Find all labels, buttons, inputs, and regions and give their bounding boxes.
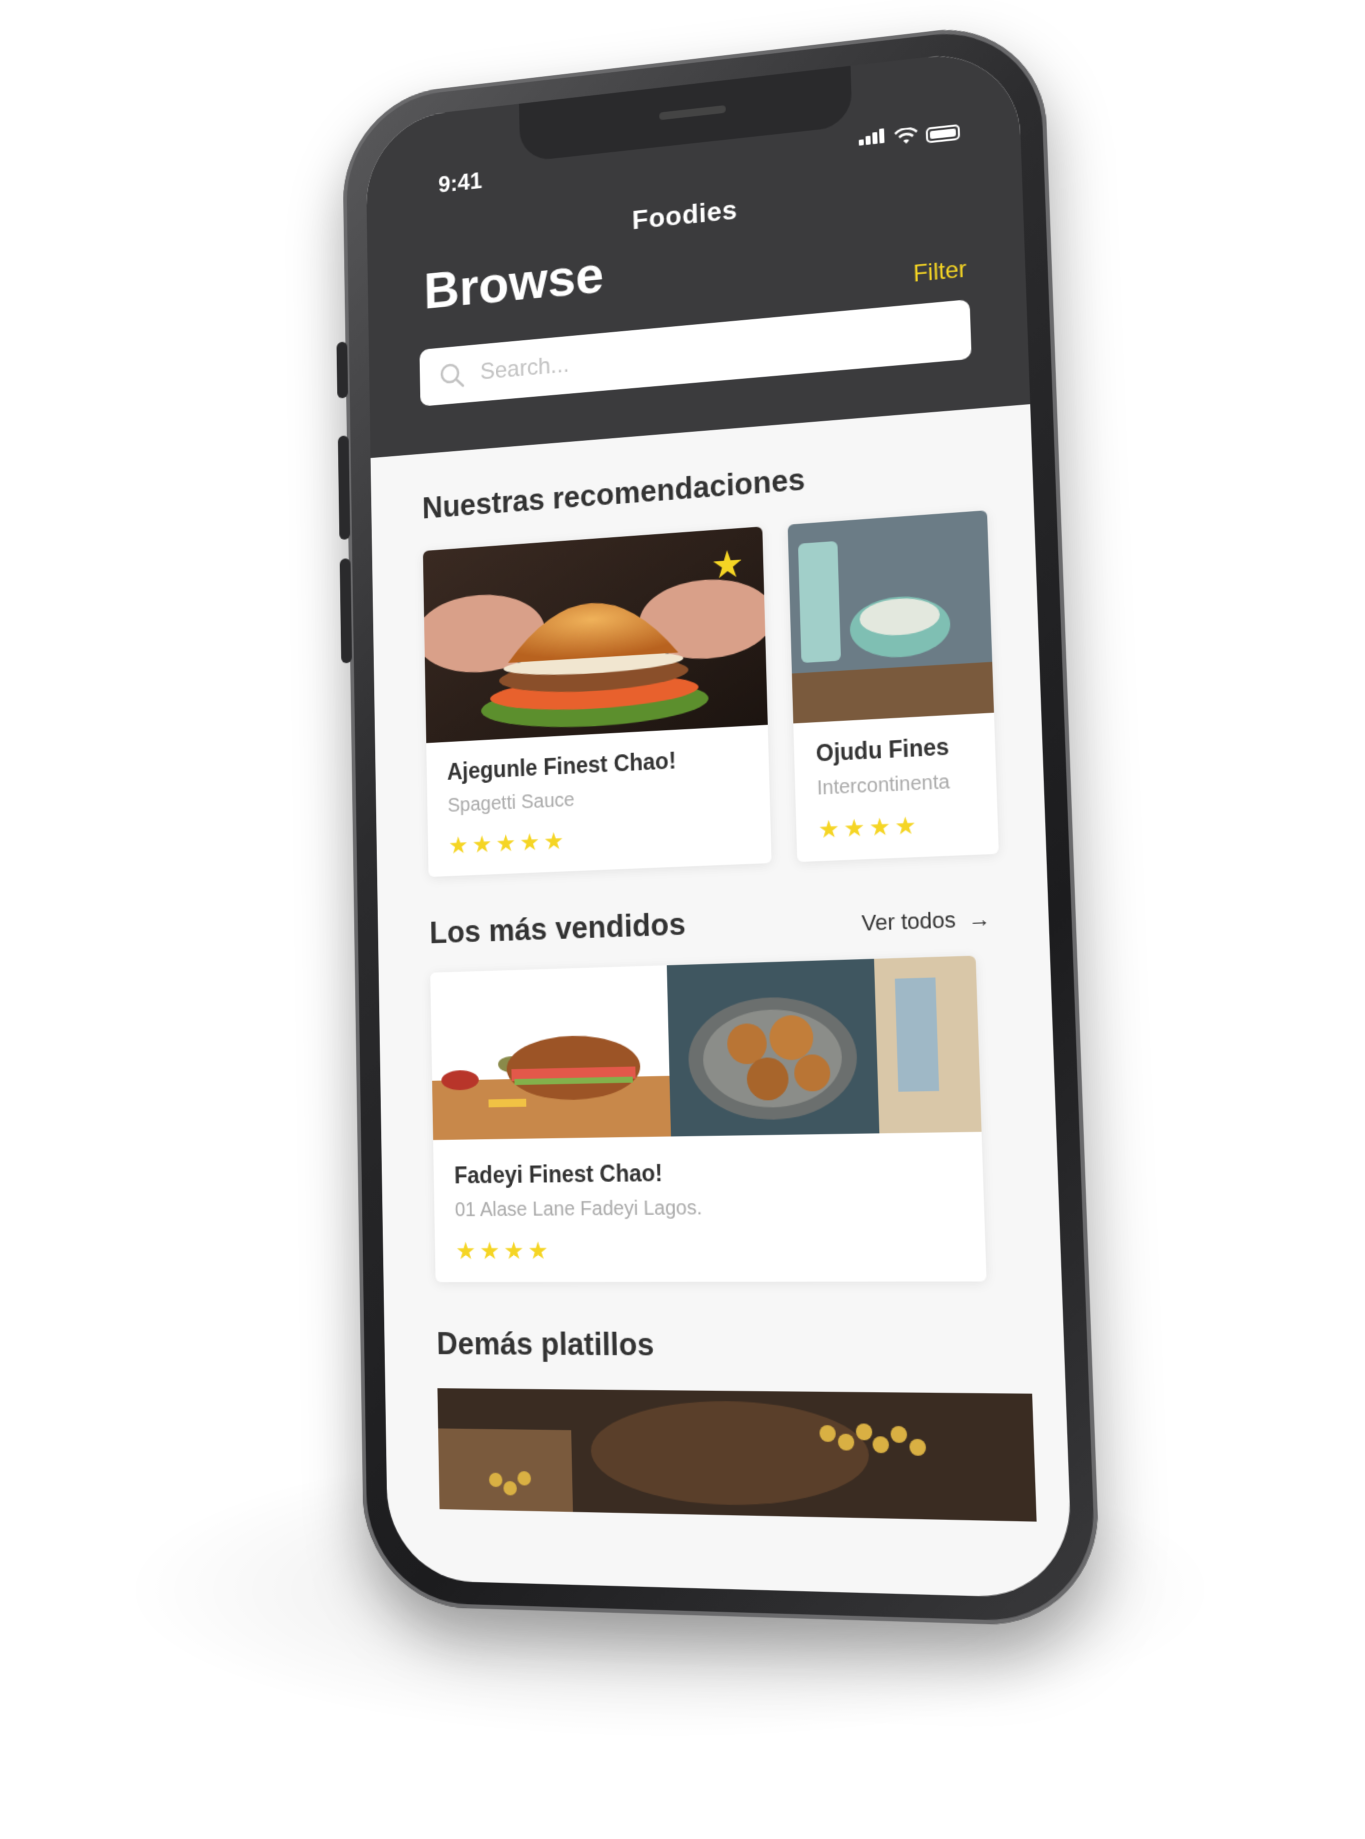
rating-stars: ★ ★ ★ ★ [818, 812, 976, 843]
search-bar[interactable] [419, 299, 971, 406]
best-sellers-header: Los más vendidos Ver todos → [429, 893, 1049, 951]
sandwich-image [430, 965, 671, 1140]
wifi-icon [894, 127, 918, 147]
app-header: 9:41 Foodies Browse Filter [365, 47, 1030, 458]
chickpea-dish-image [437, 1388, 1036, 1521]
star-icon: ★ [869, 816, 891, 841]
recommendation-card[interactable]: Ojudu Fines Intercontinenta ★ ★ ★ ★ [788, 510, 999, 862]
rating-stars: ★ ★ ★ ★ [455, 1239, 652, 1264]
filter-button[interactable]: Filter [913, 256, 967, 289]
battery-icon [926, 124, 960, 143]
see-all-label: Ver todos [861, 907, 956, 936]
favorite-star-icon[interactable]: ★ [710, 542, 744, 589]
card-subtitle: Intercontinenta [817, 770, 975, 801]
cookies-image [667, 959, 880, 1137]
mute-switch [336, 341, 348, 398]
recommendations-carousel[interactable]: ★ Ajegunle Finest Chao! Spagetti Sauce ★… [423, 507, 1046, 877]
star-icon: ★ [843, 817, 865, 842]
card-name: Ajegunle Finest Chao! [447, 744, 748, 786]
main-content: Nuestras recomendaciones ★ Ajegunle Fine… [371, 404, 1071, 1522]
burger-photo: ★ [423, 526, 768, 743]
arrow-right-icon: → [962, 906, 992, 933]
star-icon: ★ [528, 1240, 549, 1264]
drinks-image [788, 510, 994, 723]
search-icon [438, 360, 466, 391]
card-name: Ojudu Fines [816, 732, 974, 767]
star-icon: ★ [472, 833, 492, 857]
speaker-grille [659, 105, 726, 120]
page-title: Browse [423, 245, 604, 321]
best-sellers-title: Los más vendidos [429, 907, 686, 952]
card-subtitle: Spagetti Sauce [447, 781, 748, 818]
search-input[interactable] [478, 319, 923, 388]
other-dishes-strip[interactable] [437, 1388, 1070, 1522]
card-name: Fadeyi Finest Chao! [454, 1160, 651, 1189]
best-seller-info: Fadeyi Finest Chao! 01 Alase Lane Fadeyi… [430, 965, 674, 1282]
best-seller-card[interactable]: Fadeyi Finest Chao! 01 Alase Lane Fadeyi… [430, 956, 986, 1282]
drinks-photo [788, 510, 994, 723]
card-address: 01 Alase Lane Fadeyi Lagos. [455, 1198, 652, 1223]
star-icon: ★ [448, 834, 468, 858]
cellular-signal-icon [858, 128, 886, 150]
star-icon: ★ [455, 1240, 476, 1264]
see-all-link[interactable]: Ver todos → [861, 906, 991, 937]
star-icon: ★ [479, 1240, 500, 1264]
notch [519, 66, 852, 162]
side-dish-image [874, 956, 982, 1134]
volume-down-button [340, 558, 352, 663]
star-icon: ★ [519, 831, 540, 855]
star-icon: ★ [503, 1240, 524, 1264]
star-icon: ★ [543, 830, 564, 854]
star-icon: ★ [496, 832, 517, 856]
phone-frame: 9:41 Foodies Browse Filter Search... Nue… [342, 18, 1102, 1628]
volume-up-button [338, 435, 350, 540]
recommendation-card[interactable]: ★ Ajegunle Finest Chao! Spagetti Sauce ★… [423, 526, 772, 876]
other-dishes-title: Demás platillos [436, 1326, 1064, 1366]
status-icons [858, 120, 960, 150]
phone-screen: 9:41 Foodies Browse Filter Search... Nue… [365, 47, 1073, 1599]
star-icon: ★ [818, 818, 840, 843]
star-icon: ★ [894, 814, 916, 839]
rating-stars: ★ ★ ★ ★ ★ [448, 822, 749, 859]
status-time: 9:41 [438, 168, 482, 199]
phone-mockup: 9:41 Foodies Browse Filter Search... Nue… [342, 18, 1102, 1628]
